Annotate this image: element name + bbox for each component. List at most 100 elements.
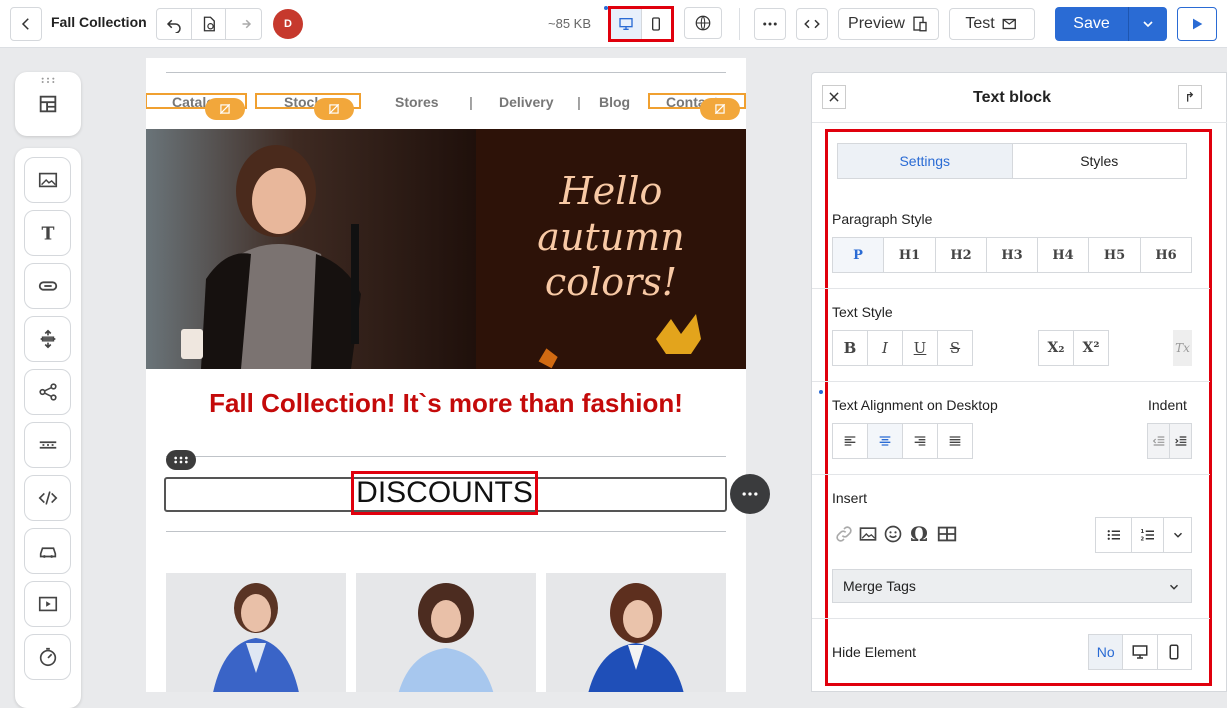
test-button[interactable]: Test <box>949 8 1035 40</box>
align-left-button[interactable] <box>833 424 868 458</box>
grip-dots-icon <box>174 456 188 464</box>
align-justify-button[interactable] <box>938 424 972 458</box>
car-icon <box>39 547 56 558</box>
align-justify-icon <box>949 436 961 446</box>
align-right-button[interactable] <box>903 424 938 458</box>
paragraph-style-p[interactable]: P <box>833 238 884 272</box>
insert-table-button[interactable] <box>933 520 961 548</box>
text-block-tool[interactable]: T <box>24 210 71 256</box>
chevron-down-icon <box>1173 532 1182 538</box>
section-divider <box>812 288 1210 289</box>
headline-text[interactable]: Fall Collection! It`s more than fashion! <box>146 388 746 419</box>
product-block-tool[interactable] <box>24 528 71 574</box>
superscript-button[interactable]: X² <box>1074 331 1108 365</box>
hero-banner-image[interactable]: Hello autumn colors! <box>146 129 746 369</box>
html-code-icon <box>38 491 57 505</box>
menu-block-tool[interactable] <box>24 422 71 468</box>
menu-item-delivery[interactable]: Delivery <box>499 94 553 110</box>
desktop-view-button[interactable] <box>611 9 642 39</box>
hide-none-option[interactable]: No <box>1089 635 1124 669</box>
outdent-button[interactable] <box>1148 424 1170 458</box>
arrow-up-corner-icon <box>1187 91 1194 102</box>
underline-button[interactable]: U <box>903 331 938 365</box>
mobile-view-button[interactable] <box>642 9 672 39</box>
hide-on-desktop-option[interactable] <box>1123 635 1158 669</box>
product-image[interactable] <box>166 573 346 692</box>
html-block-tool[interactable] <box>24 475 71 521</box>
bold-icon: B <box>843 339 857 357</box>
paragraph-style-h1[interactable]: H1 <box>884 238 936 272</box>
spacer-block-tool[interactable] <box>24 316 71 362</box>
insert-image-button[interactable] <box>854 520 882 548</box>
hero-greeting-text: Hello autumn colors! <box>516 169 706 306</box>
block-drag-handle[interactable] <box>166 450 196 470</box>
send-button[interactable] <box>1177 7 1217 41</box>
discounts-text[interactable]: DISCOUNTS <box>351 471 538 515</box>
video-block-tool[interactable] <box>24 581 71 627</box>
menu-item-blog[interactable]: Blog <box>599 94 630 110</box>
menu-item-stores[interactable]: Stores <box>395 94 439 110</box>
email-title: Fall Collection <box>51 14 147 30</box>
insert-special-char-button[interactable]: Ω <box>905 520 933 548</box>
align-left-icon <box>844 436 856 446</box>
select-parent-button[interactable] <box>1178 85 1202 109</box>
save-button[interactable]: Save <box>1055 7 1129 41</box>
layout-blocks-icon[interactable] <box>37 93 59 115</box>
align-center-button[interactable] <box>868 424 903 458</box>
indent-label: Indent <box>1148 397 1187 413</box>
bold-button[interactable]: B <box>833 331 868 365</box>
panel-tabs: Settings Styles <box>837 143 1187 179</box>
preview-button[interactable]: Preview <box>838 8 939 40</box>
subscript-button[interactable]: X₂ <box>1039 331 1074 365</box>
superscript-icon: X² <box>1082 340 1100 356</box>
panel-header: Text block <box>812 73 1227 123</box>
language-button[interactable] <box>684 7 722 39</box>
more-options-button[interactable] <box>754 8 786 40</box>
code-view-button[interactable] <box>796 8 828 40</box>
merge-tags-dropdown[interactable]: Merge Tags <box>832 569 1192 603</box>
paragraph-style-h2[interactable]: H2 <box>936 238 987 272</box>
version-history-button[interactable] <box>192 9 227 39</box>
list-options-button[interactable] <box>1164 518 1191 552</box>
italic-button[interactable]: I <box>868 331 903 365</box>
strikethrough-button[interactable]: S <box>938 331 972 365</box>
hidden-eye-off-icon <box>714 103 726 115</box>
button-block-tool[interactable] <box>24 263 71 309</box>
hide-on-mobile-option[interactable] <box>1158 635 1191 669</box>
clear-format-button[interactable]: Tx <box>1173 330 1192 366</box>
product-image[interactable] <box>546 573 726 692</box>
structure-blocks-panel <box>15 72 81 136</box>
product-image[interactable] <box>356 573 536 692</box>
paragraph-style-h6[interactable]: H6 <box>1141 238 1191 272</box>
hidden-on-mobile-badge[interactable] <box>700 98 740 120</box>
share-icon <box>38 383 57 401</box>
avatar[interactable]: D <box>273 9 303 39</box>
menu-separator: | <box>469 94 473 110</box>
redo-button[interactable] <box>226 9 261 39</box>
back-button[interactable] <box>10 7 42 41</box>
tab-settings[interactable]: Settings <box>838 144 1013 178</box>
hidden-on-mobile-badge[interactable] <box>205 98 245 120</box>
bullet-list-button[interactable] <box>1096 518 1132 552</box>
numbered-list-button[interactable]: 12 <box>1132 518 1164 552</box>
paragraph-style-h3[interactable]: H3 <box>987 238 1038 272</box>
image-block-tool[interactable] <box>24 157 71 203</box>
email-canvas: Catalog Stock Stores | Delivery | Blog C… <box>146 58 746 692</box>
paragraph-style-h5[interactable]: H5 <box>1089 238 1141 272</box>
undo-icon <box>166 19 181 33</box>
indent-button[interactable] <box>1170 424 1191 458</box>
paragraph-style-h4[interactable]: H4 <box>1038 238 1089 272</box>
undo-button[interactable] <box>157 9 192 39</box>
block-more-actions-button[interactable] <box>730 474 770 514</box>
link-icon <box>836 526 852 542</box>
tab-styles[interactable]: Styles <box>1013 144 1187 178</box>
alignment-group <box>832 423 973 459</box>
save-options-button[interactable] <box>1129 7 1167 41</box>
social-block-tool[interactable] <box>24 369 71 415</box>
hidden-on-mobile-badge[interactable] <box>314 98 354 120</box>
insert-emoji-button[interactable] <box>879 520 907 548</box>
section-divider <box>812 474 1210 475</box>
timer-block-tool[interactable] <box>24 634 71 680</box>
menu-bar-icon <box>39 441 56 449</box>
image-icon <box>38 172 57 188</box>
